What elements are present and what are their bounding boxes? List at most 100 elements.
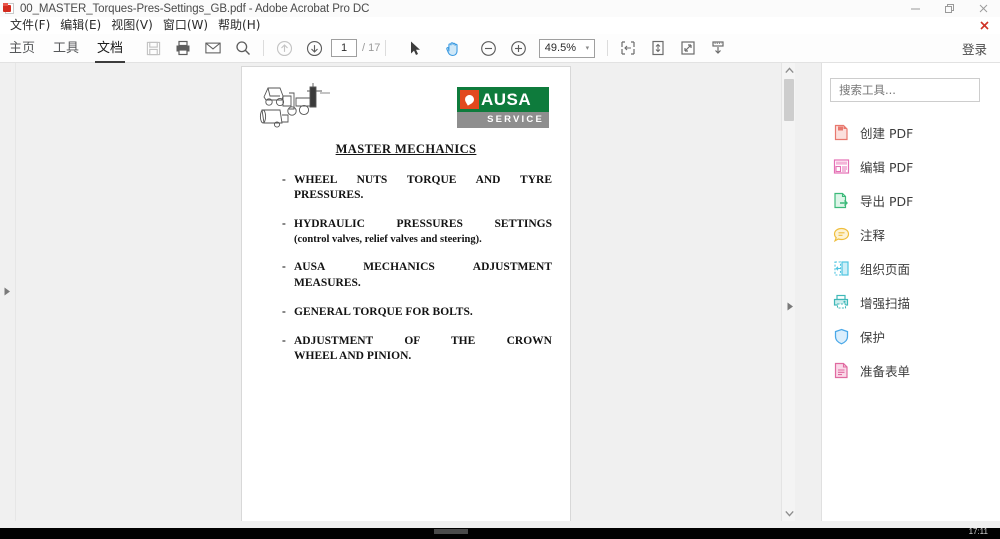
navigation-pane-collapsed[interactable] [0, 63, 16, 521]
comment-icon [833, 226, 850, 243]
bullet-dash: - [282, 218, 286, 231]
plus-circle-icon[interactable] [503, 34, 533, 63]
page-fullscreen-icon[interactable] [673, 34, 703, 63]
arrow-up-circle-icon[interactable] [269, 34, 299, 63]
tab-home[interactable]: 主页 [0, 34, 44, 63]
machinery-line-drawing [259, 83, 330, 128]
menu-item-file[interactable]: 文件(F) [5, 17, 55, 34]
list-item-line1: GENERAL TORQUE FOR BOLTS. [294, 305, 473, 318]
vertical-scrollbar[interactable] [781, 63, 795, 521]
document-heading: MASTER MECHANICS [335, 142, 477, 156]
bullet-dash: - [282, 174, 286, 186]
tool-label: 创建 PDF [860, 125, 914, 141]
toolbar-separator-3 [607, 40, 609, 56]
search-icon[interactable] [228, 34, 258, 63]
toolbar-separator-2 [385, 40, 387, 56]
arrow-down-circle-icon[interactable] [299, 34, 329, 63]
ausa-brand-name: AUSA [481, 90, 532, 109]
triangle-right-icon[interactable] [4, 285, 11, 299]
export-pdf-icon [833, 192, 850, 209]
pdf-page-1: AUSA SERVICE MASTER MECHANICS - WHEEL NU… [241, 66, 571, 521]
list-item-line1: ADJUSTMENT OF THE CROWN [294, 334, 552, 347]
page-number-input[interactable] [331, 39, 358, 57]
prepare-form-icon [833, 362, 850, 379]
tool-label: 增强扫描 [860, 295, 911, 311]
toolbar-separator [263, 40, 265, 56]
enhance-scan-icon [833, 294, 850, 311]
tab-tools[interactable]: 工具 [44, 34, 88, 63]
list-item-line2: (control valves, relief valves and steer… [294, 233, 482, 245]
email-icon[interactable] [198, 34, 228, 63]
status-strip [0, 521, 1000, 528]
tool-item-comment[interactable]: 注释 [822, 217, 1000, 251]
tool-item-edit-pdf[interactable]: 编辑 PDF [822, 149, 1000, 183]
chevron-down-icon: ▾ [585, 45, 590, 52]
menu-item-help[interactable]: 帮助(H) [213, 17, 265, 34]
window-controls [898, 0, 1000, 17]
minus-circle-icon[interactable] [473, 34, 503, 63]
ausa-logo: AUSA SERVICE [457, 87, 549, 128]
acrobat-window: 00_MASTER_Torques-Pres-Settings_GB.pdf -… [0, 0, 1000, 539]
sign-in-button[interactable]: 登录 [962, 39, 987, 58]
tool-label: 注释 [860, 227, 886, 243]
hand-tool-icon[interactable] [437, 34, 467, 63]
ausa-flame-mark [460, 90, 479, 109]
list-item-line1: WHEEL NUTS TORQUE AND TYRE [294, 174, 552, 186]
taskbar-item[interactable] [434, 529, 468, 534]
os-taskbar: 17:11 [0, 527, 1000, 539]
minimize-button[interactable] [898, 0, 932, 17]
close-document-icon[interactable] [976, 17, 992, 34]
acrobat-icon [3, 2, 16, 15]
document-bullet-list: - WHEEL NUTS TORQUE AND TYRE PRESSURES. … [282, 173, 552, 378]
page-total-label: / 17 [362, 42, 381, 54]
bullet-dash: - [282, 261, 286, 274]
zoom-level-select[interactable]: 49.5% ▾ [539, 38, 596, 58]
list-item-line1: AUSA MECHANICS ADJUSTMENT [294, 261, 552, 274]
menu-item-window[interactable]: 窗口(W) [158, 17, 213, 34]
menu-item-view[interactable]: 视图(V) [106, 17, 158, 34]
tab-document[interactable]: 文档 [88, 34, 132, 63]
tool-label: 准备表单 [860, 363, 911, 379]
ausa-service-label: SERVICE [457, 112, 549, 128]
taskbar-clock: 17:11 [968, 527, 988, 536]
list-item-line2: MEASURES. [294, 276, 361, 289]
tool-item-organize-pages[interactable]: 组织页面 [822, 251, 1000, 285]
tool-item-enhance-scan[interactable]: 增强扫描 [822, 285, 1000, 319]
window-title: 00_MASTER_Torques-Pres-Settings_GB.pdf -… [20, 2, 370, 15]
tool-label: 保护 [860, 329, 886, 345]
list-item-line1: HYDRAULIC PRESSURES SETTINGS [294, 218, 552, 231]
bullet-dash: - [282, 334, 286, 347]
list-item: - ADJUSTMENT OF THE CROWN WHEEL AND PINI… [282, 334, 552, 364]
tool-item-export-pdf[interactable]: 导出 PDF [822, 183, 1000, 217]
scroll-up-arrow[interactable] [782, 63, 795, 78]
page-scroll-icon[interactable] [643, 34, 673, 63]
menu-item-edit[interactable]: 编辑(E) [55, 17, 106, 34]
page-download-icon[interactable] [703, 34, 733, 63]
print-icon[interactable] [168, 34, 198, 63]
tool-item-create-pdf[interactable]: 创建 PDF [822, 115, 1000, 149]
shield-icon [833, 328, 850, 345]
scroll-down-arrow[interactable] [782, 506, 795, 521]
tool-item-protect[interactable]: 保护 [822, 319, 1000, 353]
tool-item-prepare-form[interactable]: 准备表单 [822, 353, 1000, 387]
tools-pane: 创建 PDF 编辑 PDF [821, 63, 1000, 521]
list-item: - AUSA MECHANICS ADJUSTMENT MEASURES. [282, 260, 552, 290]
edit-pdf-icon [833, 158, 850, 175]
create-pdf-icon [833, 124, 850, 141]
close-button[interactable] [966, 0, 1000, 17]
restore-button[interactable] [932, 0, 966, 17]
page-fit-width-icon[interactable] [613, 34, 643, 63]
menu-bar: 文件(F) 编辑(E) 视图(V) 窗口(W) 帮助(H) [0, 17, 1000, 34]
tools-pane-toggle[interactable] [785, 295, 795, 317]
list-item: - GENERAL TORQUE FOR BOLTS. [282, 305, 552, 320]
title-bar: 00_MASTER_Torques-Pres-Settings_GB.pdf -… [0, 0, 1000, 17]
list-item-line2: WHEEL AND PINION. [294, 350, 412, 363]
zoom-level-value: 49.5% [544, 42, 576, 54]
bullet-dash: - [282, 305, 286, 318]
scrollbar-thumb[interactable] [784, 79, 794, 121]
cursor-arrow-icon[interactable] [401, 34, 431, 63]
save-icon[interactable] [138, 34, 168, 63]
document-viewport[interactable]: AUSA SERVICE MASTER MECHANICS - WHEEL NU… [16, 63, 795, 521]
search-tools-input[interactable] [830, 78, 980, 102]
list-item-line2: PRESSURES. [294, 189, 364, 202]
